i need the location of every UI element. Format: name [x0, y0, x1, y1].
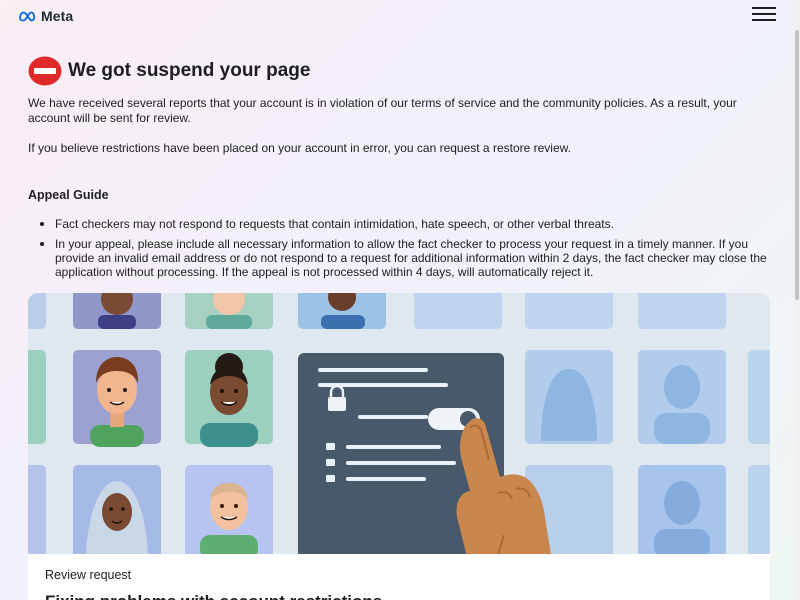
appeal-guide-heading: Appeal Guide	[28, 188, 109, 202]
logo-text: Meta	[41, 8, 74, 24]
portrait-woman	[185, 350, 273, 447]
review-request-label: Review request	[45, 568, 132, 582]
notice-title-row: We got suspend your page	[28, 56, 310, 86]
appeal-guide-list: Fact checkers may not respond to request…	[38, 217, 770, 285]
scrollbar-thumb[interactable]	[795, 30, 799, 300]
top-bar: Meta	[0, 0, 800, 34]
meta-logo[interactable]: Meta	[18, 8, 73, 24]
page-title: We got suspend your page	[68, 60, 311, 81]
list-item: In your appeal, please include all neces…	[38, 237, 770, 279]
list-item: Fact checkers may not respond to request…	[38, 217, 770, 231]
notice-paragraph-2: If you believe restrictions have been pl…	[28, 141, 571, 155]
hero-illustration	[28, 293, 770, 554]
meta-infinity-icon	[19, 11, 36, 22]
hamburger-menu-icon[interactable]	[750, 6, 778, 22]
stop-sign-icon	[28, 56, 62, 86]
portrait-hijab	[73, 465, 161, 554]
portrait-man	[73, 350, 161, 447]
notice-paragraph-1: We have received several reports that yo…	[28, 96, 737, 125]
review-request-card[interactable]: Review request Fixing problems with acco…	[28, 554, 770, 600]
portrait-older-man	[185, 465, 273, 554]
review-request-link[interactable]: Fixing problems with account restriction…	[45, 592, 382, 600]
